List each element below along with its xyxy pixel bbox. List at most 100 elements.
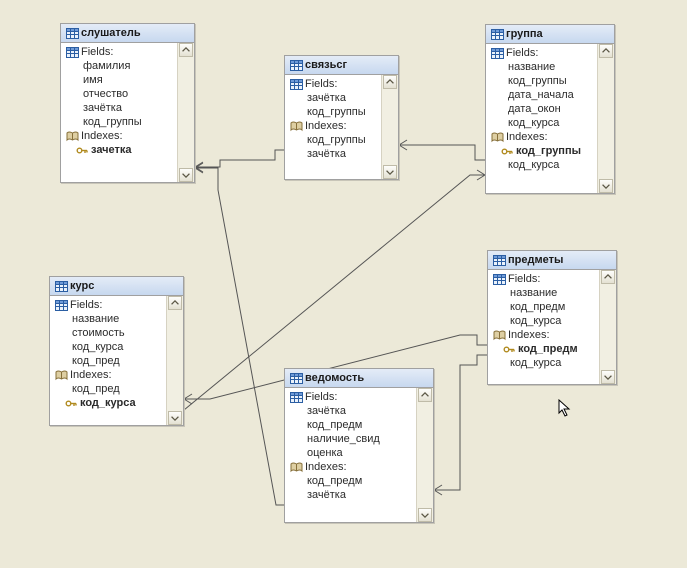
- entity-title[interactable]: группа: [486, 25, 614, 44]
- field-row[interactable]: код_предм: [488, 300, 616, 314]
- field-label: оценка: [307, 446, 343, 460]
- fields-label: Fields:: [305, 390, 337, 404]
- field-row[interactable]: оценка: [285, 446, 433, 460]
- field-row[interactable]: код_курса: [486, 116, 614, 130]
- scroll-down-button[interactable]: [383, 165, 397, 179]
- grid-icon: [289, 391, 303, 403]
- vertical-scrollbar[interactable]: [177, 43, 194, 182]
- entity-title[interactable]: связьсг: [285, 56, 398, 75]
- mouse-cursor: [558, 399, 572, 420]
- indexes-label: Indexes:: [506, 130, 548, 144]
- field-row[interactable]: зачётка: [61, 101, 194, 115]
- field-label: код_курса: [508, 116, 559, 130]
- relationship-line[interactable]: [399, 145, 485, 160]
- field-row[interactable]: отчество: [61, 87, 194, 101]
- field-row[interactable]: код_курса: [488, 356, 616, 370]
- field-row[interactable]: зачётка: [285, 404, 433, 418]
- field-label: код_группы: [83, 115, 142, 129]
- field-row[interactable]: код_пред: [50, 382, 183, 396]
- fields-header[interactable]: Fields:: [61, 45, 194, 59]
- indexes-header[interactable]: Indexes:: [50, 368, 183, 382]
- index-key-row[interactable]: зачетка: [61, 143, 194, 157]
- field-row[interactable]: код_группы: [61, 115, 194, 129]
- field-row[interactable]: дата_окон: [486, 102, 614, 116]
- entity-title[interactable]: курс: [50, 277, 183, 296]
- vertical-scrollbar[interactable]: [416, 388, 433, 522]
- scroll-down-button[interactable]: [418, 508, 432, 522]
- fields-header[interactable]: Fields:: [486, 46, 614, 60]
- index-key-row[interactable]: код_курса: [50, 396, 183, 410]
- field-row[interactable]: наличие_свид: [285, 432, 433, 446]
- field-label: код_предм: [518, 342, 578, 356]
- entity-vedomost[interactable]: ведомостьFields:зачёткакод_предмналичие_…: [284, 368, 434, 523]
- fields-label: Fields:: [506, 46, 538, 60]
- field-label: код_группы: [516, 144, 581, 158]
- scroll-up-button[interactable]: [601, 270, 615, 284]
- scroll-down-button[interactable]: [179, 168, 193, 182]
- fields-label: Fields:: [508, 272, 540, 286]
- scroll-up-button[interactable]: [599, 44, 613, 58]
- indexes-header[interactable]: Indexes:: [488, 328, 616, 342]
- field-row[interactable]: название: [50, 312, 183, 326]
- field-row[interactable]: код_курса: [486, 158, 614, 172]
- field-label: дата_окон: [508, 102, 561, 116]
- field-row[interactable]: код_курса: [488, 314, 616, 328]
- entity-title[interactable]: слушатель: [61, 24, 194, 43]
- indexes-label: Indexes:: [81, 129, 123, 143]
- index-key-row[interactable]: код_группы: [486, 144, 614, 158]
- indexes-header[interactable]: Indexes:: [285, 460, 433, 474]
- entity-predmety[interactable]: предметыFields:названиекод_предмкод_курс…: [487, 250, 617, 385]
- field-label: зачетка: [91, 143, 132, 157]
- field-label: зачётка: [307, 488, 346, 502]
- field-row[interactable]: код_предм: [285, 418, 433, 432]
- vertical-scrollbar[interactable]: [597, 44, 614, 193]
- field-row[interactable]: код_предм: [285, 474, 433, 488]
- vertical-scrollbar[interactable]: [599, 270, 616, 384]
- vertical-scrollbar[interactable]: [381, 75, 398, 179]
- scroll-up-button[interactable]: [383, 75, 397, 89]
- entity-title[interactable]: предметы: [488, 251, 616, 270]
- entity-gruppa[interactable]: группаFields:названиекод_группыдата_нача…: [485, 24, 615, 194]
- vertical-scrollbar[interactable]: [166, 296, 183, 425]
- indexes-header[interactable]: Indexes:: [61, 129, 194, 143]
- field-row[interactable]: фамилия: [61, 59, 194, 73]
- indexes-header[interactable]: Indexes:: [486, 130, 614, 144]
- fields-header[interactable]: Fields:: [488, 272, 616, 286]
- field-label: фамилия: [83, 59, 130, 73]
- field-row[interactable]: название: [486, 60, 614, 74]
- scroll-down-button[interactable]: [599, 179, 613, 193]
- field-label: код_курса: [510, 356, 561, 370]
- field-row[interactable]: код_группы: [486, 74, 614, 88]
- key-icon: [502, 343, 516, 355]
- entity-title[interactable]: ведомость: [285, 369, 433, 388]
- entity-slushatel[interactable]: слушатель Fields:фамилияимяотчествозачётк…: [60, 23, 195, 183]
- relationship-line[interactable]: [195, 150, 284, 167]
- relationship-line[interactable]: [434, 355, 487, 490]
- field-row[interactable]: название: [488, 286, 616, 300]
- entity-kurs[interactable]: курсFields:названиестоимостькод_курсакод…: [49, 276, 184, 426]
- entity-svyazsg[interactable]: связьсгFields:зачёткакод_группыIndexes:к…: [284, 55, 399, 180]
- index-key-row[interactable]: код_предм: [488, 342, 616, 356]
- field-row[interactable]: имя: [61, 73, 194, 87]
- entity-title-label: слушатель: [81, 27, 141, 39]
- fields-header[interactable]: Fields:: [50, 298, 183, 312]
- scroll-up-button[interactable]: [168, 296, 182, 310]
- indexes-label: Indexes:: [70, 368, 112, 382]
- field-row[interactable]: код_пред: [50, 354, 183, 368]
- field-row[interactable]: стоимость: [50, 326, 183, 340]
- field-label: код_предм: [510, 300, 565, 314]
- book-icon: [65, 130, 79, 142]
- crows-foot-icon: [195, 162, 203, 172]
- key-icon: [500, 145, 514, 157]
- field-label: наличие_свид: [307, 432, 380, 446]
- field-row[interactable]: код_курса: [50, 340, 183, 354]
- scroll-up-button[interactable]: [418, 388, 432, 402]
- field-row[interactable]: зачётка: [285, 488, 433, 502]
- grid-icon: [54, 280, 68, 292]
- scroll-down-button[interactable]: [601, 370, 615, 384]
- fields-header[interactable]: Fields:: [285, 390, 433, 404]
- scroll-down-button[interactable]: [168, 411, 182, 425]
- field-row[interactable]: дата_начала: [486, 88, 614, 102]
- relationship-line[interactable]: [195, 168, 284, 505]
- scroll-up-button[interactable]: [179, 43, 193, 57]
